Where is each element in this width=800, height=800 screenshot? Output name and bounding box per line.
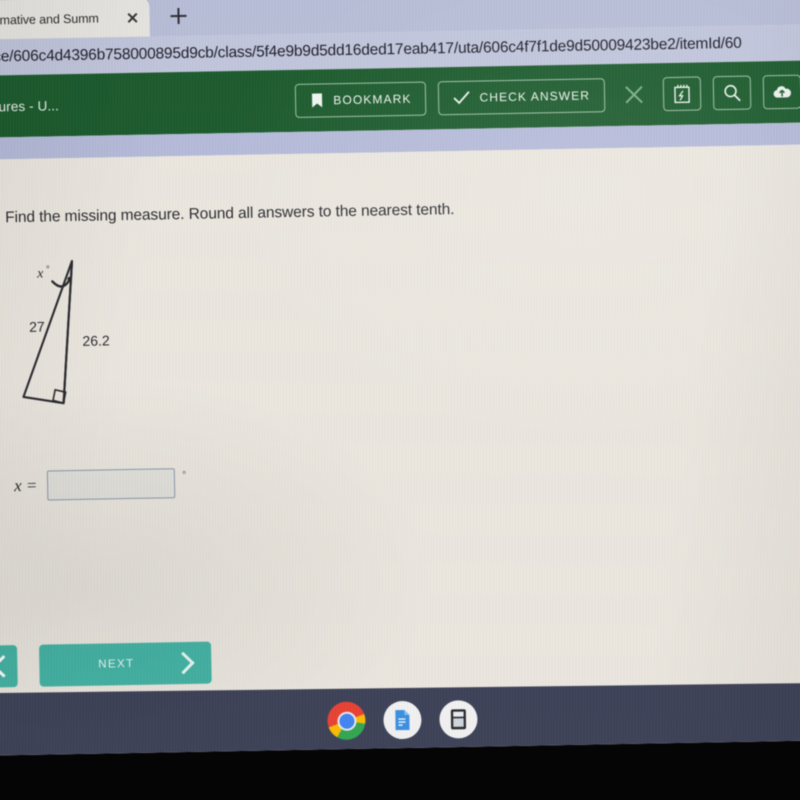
bookmark-button[interactable]: BOOKMARK [295,81,427,118]
question-prompt: Find the missing measure. Round all answ… [5,201,455,227]
chevron-left-icon [0,655,15,678]
next-label: NEXT [98,657,135,671]
triangle-figure: x ° 27 26.2 [14,244,167,417]
document-icon[interactable] [383,700,422,740]
next-button[interactable]: NEXT [39,641,212,687]
cloud-upload-icon [771,84,793,100]
svg-text:27: 27 [29,319,45,335]
svg-text:x: x [36,267,44,282]
chevron-right-icon [172,651,195,675]
answer-input[interactable] [47,468,176,501]
bookmark-icon [310,92,324,108]
answer-variable-label: x = [13,475,38,496]
browser-window: ic: Formative and Summ lent/practice/606… [0,0,800,756]
screen-photo: ic: Formative and Summ lent/practice/606… [0,0,800,800]
close-icon[interactable] [123,8,141,26]
check-answer-label: CHECK ANSWER [479,88,591,105]
chrome-icon[interactable] [327,701,366,740]
url-text: lent/practice/606c4d4396b758000895d9cb/c… [0,34,742,67]
previous-button[interactable] [0,645,18,689]
browser-tab[interactable]: ic: Formative and Summ [0,0,150,41]
svg-text:26.2: 26.2 [82,332,110,349]
plus-icon[interactable] [167,5,189,27]
problem-navigation: NEXT [0,630,800,691]
svg-text:°: ° [46,263,50,273]
assignment-title: Measures - U... [0,97,60,115]
search-icon [722,83,742,103]
close-icon[interactable] [617,77,652,112]
degree-symbol: ° [182,469,187,482]
browser-tab-title: ic: Formative and Summ [0,10,99,28]
problem-panel: Find the missing measure. Round all answ… [0,144,800,756]
calculator-icon[interactable] [439,700,478,739]
toolbar-spacer [59,101,295,105]
cloud-upload-button[interactable] [762,74,800,110]
check-answer-button[interactable]: CHECK ANSWER [438,78,606,116]
bookmark-label: BOOKMARK [333,91,412,108]
search-button[interactable] [712,75,752,111]
os-taskbar [0,682,800,756]
notepad-icon [673,84,691,104]
notepad-button[interactable] [662,76,702,112]
answer-row: x = ° [14,468,187,501]
check-icon [453,91,471,105]
